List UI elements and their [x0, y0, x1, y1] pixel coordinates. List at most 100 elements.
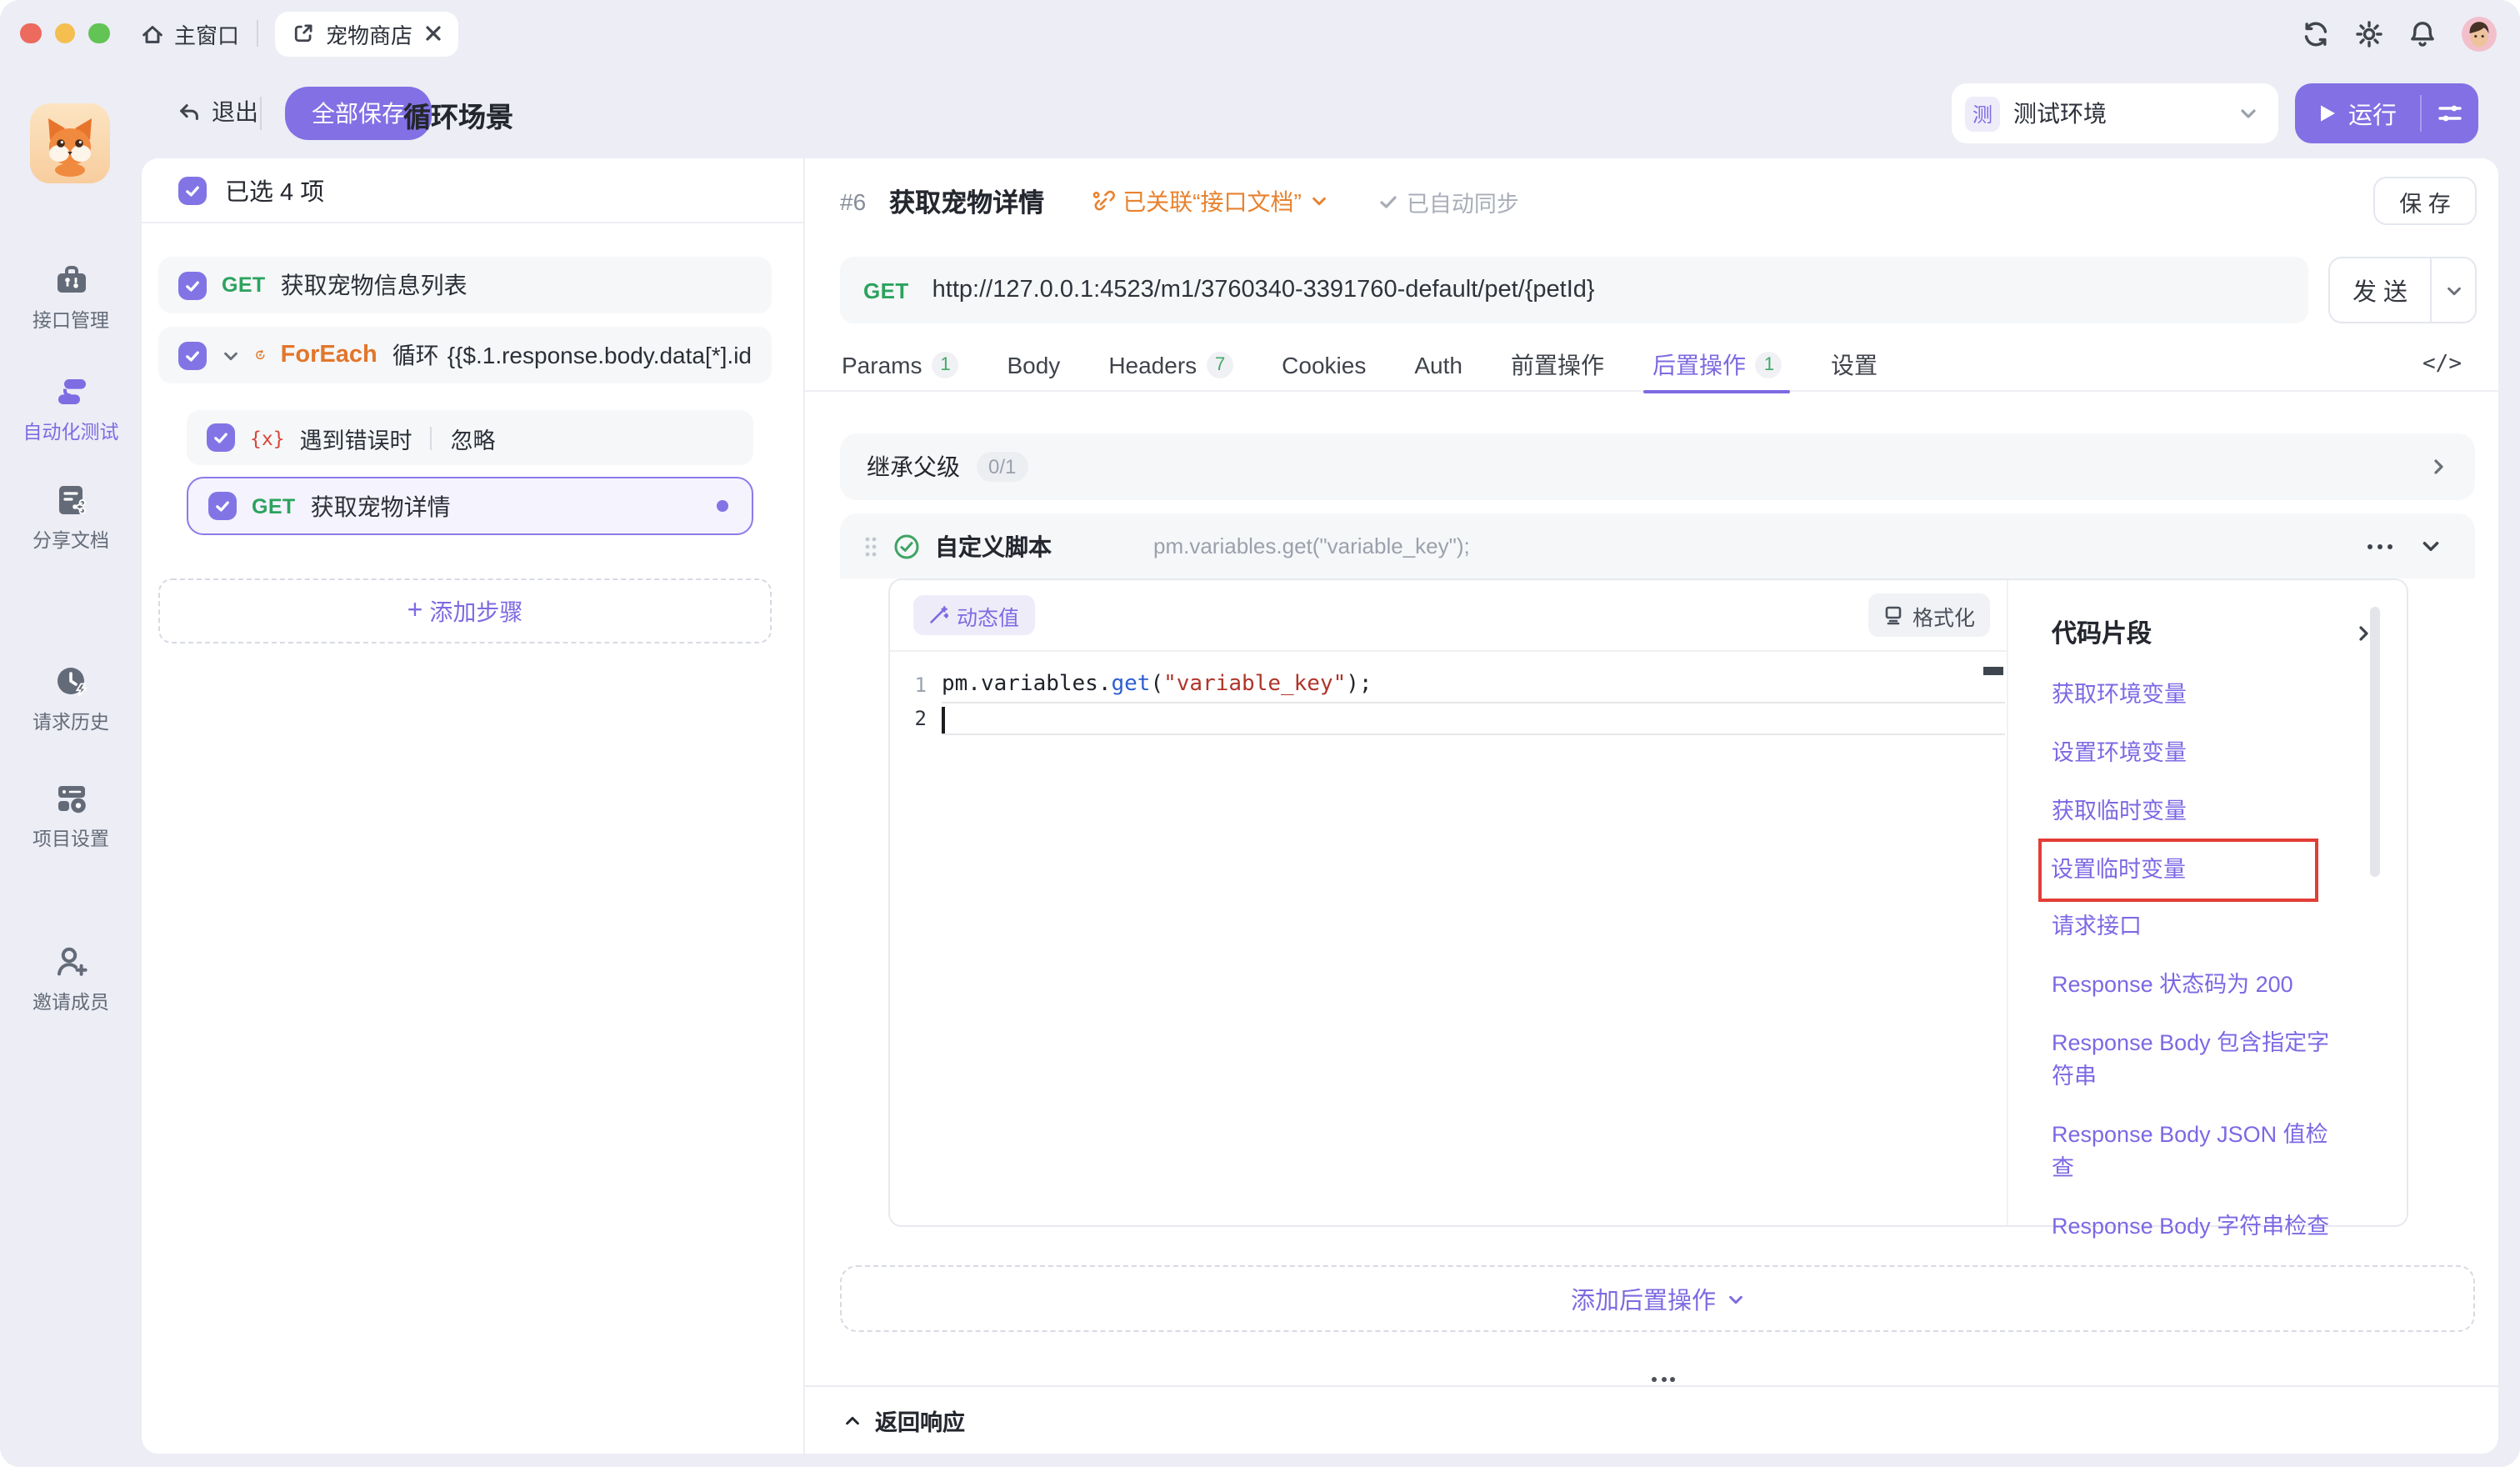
send-button[interactable]: 发 送	[2328, 257, 2430, 323]
step-foreach-loop[interactable]: ForEach 循环 {{$.1.response.body.data[*].i…	[158, 327, 772, 383]
custom-script-header[interactable]: 自定义脚本 pm.variables.get("variable_key");	[840, 513, 2475, 578]
home-icon	[139, 21, 164, 46]
snippet-set-temp-var-highlighted[interactable]: 设置临时变量	[2038, 838, 2318, 901]
step-checkbox[interactable]	[178, 271, 207, 299]
sidebar-item-share-docs[interactable]: 分享文档	[0, 482, 142, 553]
snippet-get-temp-var[interactable]: 获取临时变量	[2052, 795, 2332, 829]
method-badge: GET	[252, 494, 296, 518]
step-checkbox[interactable]	[178, 341, 207, 369]
add-step-button[interactable]: + 添加步骤	[158, 578, 772, 643]
more-icon[interactable]	[2367, 543, 2393, 549]
response-bar[interactable]: 返回响应	[805, 1385, 2498, 1454]
tab-headers[interactable]: Headers7	[1108, 339, 1233, 391]
snippet-response-status-200[interactable]: Response 状态码为 200	[2052, 969, 2332, 1002]
sidebar-item-invite-members[interactable]: 邀请成员	[0, 944, 142, 1015]
linked-doc-dropdown[interactable]: 已关联“接口文档”	[1091, 184, 1328, 218]
tab-pet-store[interactable]: 宠物商店	[274, 11, 458, 56]
format-icon	[1884, 605, 1904, 625]
tab-params[interactable]: Params1	[842, 339, 958, 391]
scenario-toolbar: 退出 全部保存 循环场景 测 测试环境 运行	[142, 67, 2520, 158]
run-button[interactable]: 运行	[2295, 96, 2420, 131]
on-error-label: 遇到错误时	[300, 421, 412, 454]
chevron-down-icon	[1726, 1289, 1744, 1308]
step-get-pet-list[interactable]: GET 获取宠物信息列表	[158, 257, 772, 313]
run-settings-button[interactable]	[2422, 100, 2478, 127]
tab-label: 宠物商店	[326, 18, 412, 49]
step-checkbox[interactable]	[208, 492, 237, 520]
send-options-button[interactable]	[2430, 257, 2477, 323]
bell-icon[interactable]	[2408, 19, 2437, 48]
snippet-request-api[interactable]: 请求接口	[2052, 910, 2332, 944]
check-circle-icon[interactable]	[893, 533, 920, 559]
zoom-window-button[interactable]	[88, 23, 109, 44]
drag-handle-icon[interactable]	[863, 534, 878, 558]
step-checkbox[interactable]	[207, 423, 235, 452]
sidebar-item-label: 自动化测试	[23, 418, 119, 445]
save-button[interactable]: 保 存	[2373, 177, 2477, 225]
automation-icon	[52, 373, 89, 410]
close-window-button[interactable]	[20, 23, 41, 44]
url-text: http://127.0.0.1:4523/m1/3760340-3391760…	[932, 277, 1595, 303]
snippet-response-body-contains[interactable]: Response Body 包含指定字符串	[2052, 1027, 2332, 1094]
sidebar-item-automated-testing[interactable]: 自动化测试	[0, 373, 142, 445]
snippet-response-body-string-check[interactable]: Response Body 字符串检查	[2052, 1210, 2332, 1244]
chevron-down-icon	[2238, 103, 2258, 123]
avatar[interactable]	[2462, 16, 2497, 51]
tab-cookies[interactable]: Cookies	[1282, 339, 1366, 391]
script-editor: 动态值 格式化 1 2 pm.variables.get("variable_k…	[888, 578, 2408, 1227]
main-window-tab[interactable]: 主窗口	[139, 18, 239, 49]
step-get-pet-detail[interactable]: GET 获取宠物详情	[187, 477, 753, 535]
sidebar-item-project-settings[interactable]: 项目设置	[0, 780, 142, 852]
tab-pre-ops[interactable]: 前置操作	[1511, 339, 1604, 391]
chevron-down-icon[interactable]	[222, 346, 240, 364]
undo-icon	[177, 99, 202, 124]
loop-expression: {{$.1.response.body.data[*].id	[448, 342, 752, 368]
line-number: 1	[900, 668, 927, 702]
tab-body[interactable]: Body	[1007, 339, 1060, 391]
loop-label: 循环	[392, 338, 439, 372]
url-input[interactable]: GET http://127.0.0.1:4523/m1/3760340-339…	[840, 257, 2308, 323]
window-titlebar: 主窗口 宠物商店	[0, 0, 2520, 67]
main-window-label: 主窗口	[174, 18, 239, 49]
select-all-checkbox[interactable]	[178, 176, 207, 204]
snippet-get-env-var[interactable]: 获取环境变量	[2052, 678, 2332, 712]
foreach-keyword: ForEach	[281, 342, 378, 368]
close-icon[interactable]	[424, 25, 441, 42]
external-tab-icon	[291, 22, 314, 45]
dynamic-value-button[interactable]: 动态值	[913, 595, 1034, 635]
project-logo[interactable]	[30, 103, 110, 183]
add-post-action-button[interactable]: 添加后置操作	[840, 1265, 2475, 1332]
panel-resize-handle[interactable]	[1652, 1377, 1675, 1382]
minimize-window-button[interactable]	[54, 23, 75, 44]
sync-icon[interactable]	[2302, 19, 2330, 48]
sidebar-item-label: 接口管理	[32, 307, 109, 333]
chevron-down-icon[interactable]	[2420, 535, 2442, 557]
snippet-set-env-var[interactable]: 设置环境变量	[2052, 737, 2332, 770]
tab-badge: 7	[1207, 352, 1233, 378]
sidebar-item-api-management[interactable]: 接口管理	[0, 262, 142, 333]
step-name: 获取宠物详情	[311, 489, 451, 523]
inherit-count-badge: 0/1	[977, 452, 1028, 482]
steps-panel: 已选 4 项 GET 获取宠物信息列表 ForEach 循环 {{$.1.res…	[142, 158, 805, 1454]
method-label[interactable]: GET	[863, 278, 909, 303]
environment-select[interactable]: 测 测试环境	[1952, 83, 2278, 143]
code-editor[interactable]: 1 2 pm.variables.get("variable_key");	[890, 652, 2007, 1225]
inherit-parent-row[interactable]: 继承父级 0/1	[840, 433, 2475, 500]
sidebar-item-request-history[interactable]: 请求历史	[0, 663, 142, 735]
tab-post-ops[interactable]: 后置操作1	[1652, 339, 1782, 391]
person-plus-icon	[52, 944, 89, 980]
scrollbar-thumb[interactable]	[2370, 607, 2380, 877]
tab-settings[interactable]: 设置	[1831, 339, 1878, 391]
gear-icon[interactable]	[2355, 19, 2383, 48]
code-icon[interactable]: </>	[2422, 352, 2462, 377]
tab-auth[interactable]: Auth	[1414, 339, 1462, 391]
step-on-error[interactable]: {x} 遇到错误时 忽略	[187, 410, 753, 465]
exit-button[interactable]: 退出	[177, 95, 258, 128]
snippet-response-body-json-check[interactable]: Response Body JSON 值检查	[2052, 1119, 2332, 1185]
wand-icon	[928, 605, 948, 625]
history-icon	[52, 663, 89, 700]
content-card: 已选 4 项 GET 获取宠物信息列表 ForEach 循环 {{$.1.res…	[142, 158, 2498, 1454]
format-button[interactable]: 格式化	[1869, 593, 1990, 637]
step-number: #6	[840, 188, 866, 214]
request-panel: #6 获取宠物详情 已关联“接口文档” 已自动同步 保 存	[805, 158, 2498, 1454]
